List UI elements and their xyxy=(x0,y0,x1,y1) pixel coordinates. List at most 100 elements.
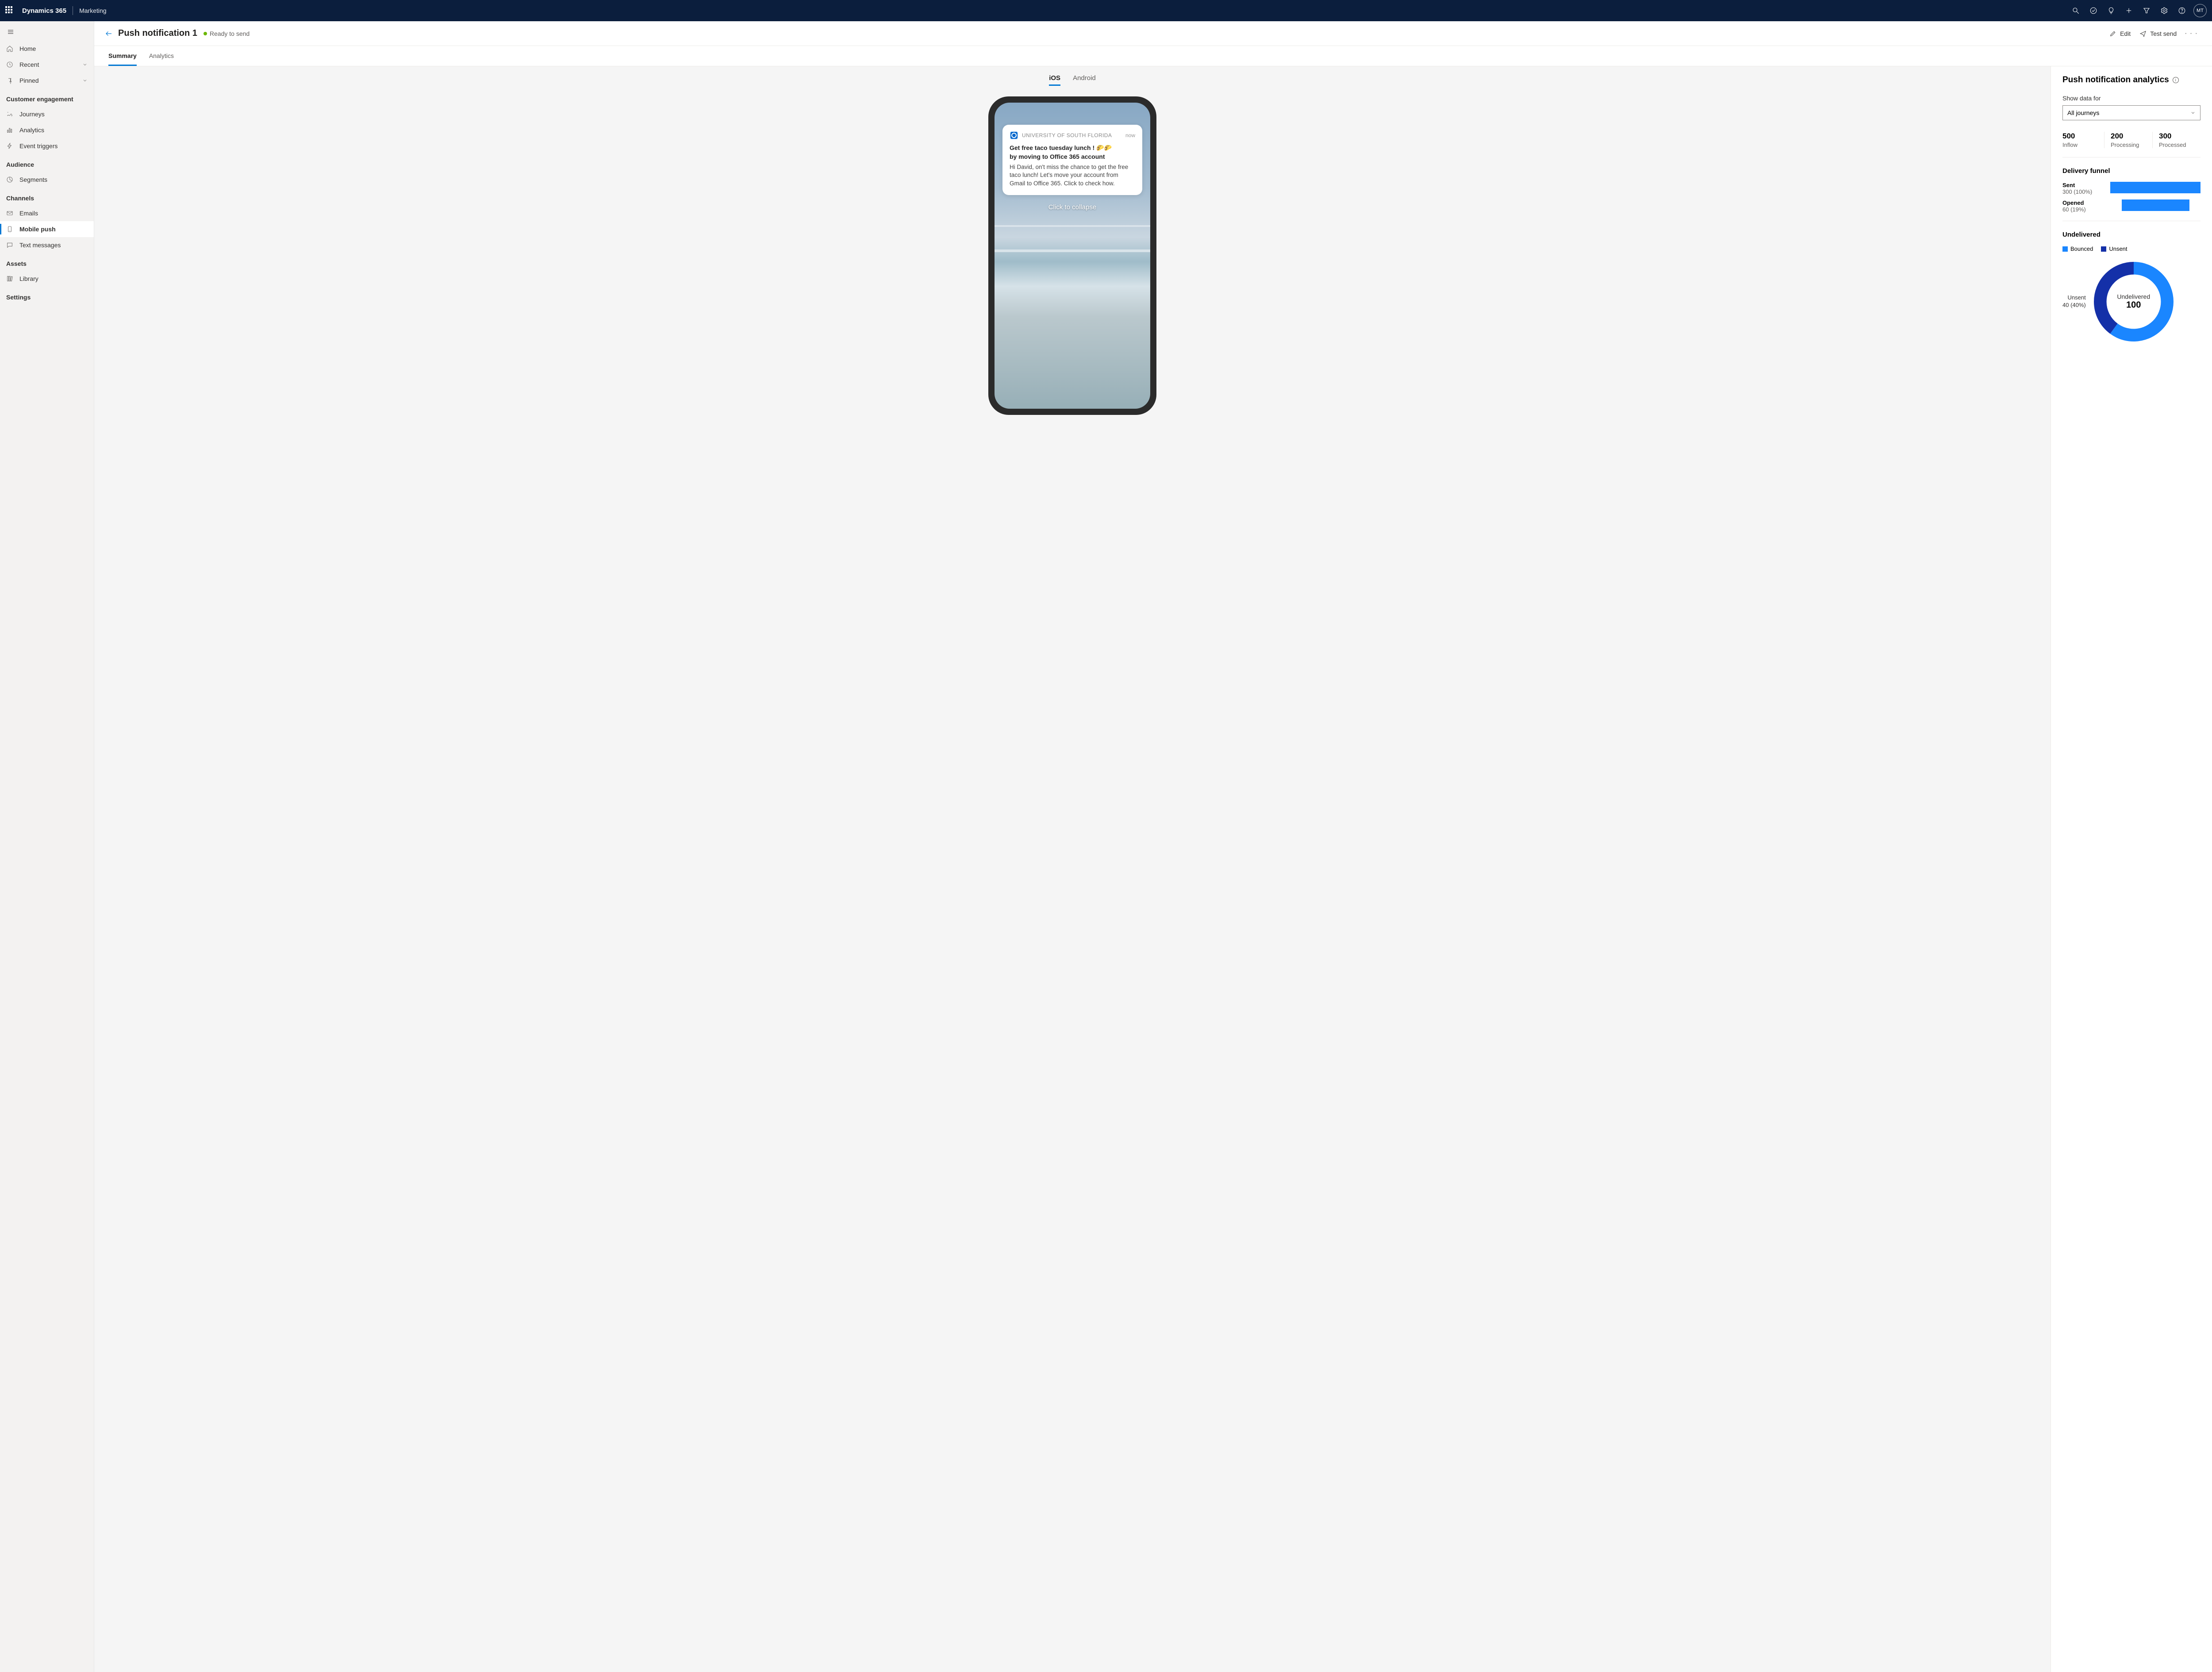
nav-section-header: Channels xyxy=(0,188,94,205)
app-launcher-icon[interactable] xyxy=(5,6,14,15)
sidebar-item-mobile-push[interactable]: Mobile push xyxy=(0,221,94,237)
donut-center-label: Undelivered xyxy=(2117,293,2150,300)
panel-title: Push notification analytics xyxy=(2062,75,2169,85)
filter-icon[interactable] xyxy=(2138,2,2155,19)
funnel-bar xyxy=(2110,182,2200,193)
stat-label: Processing xyxy=(2111,142,2149,148)
left-navigation: Home Recent Pinned Customer engagement J… xyxy=(0,21,94,1672)
legend-unsent: Unsent xyxy=(2101,245,2127,252)
nav-label: Library xyxy=(19,275,38,282)
sidebar-item-pinned[interactable]: Pinned xyxy=(0,73,94,88)
sidebar-item-recent[interactable]: Recent xyxy=(0,57,94,73)
notification-title-line1: Get free taco tuesday lunch ! 🌮🌮 xyxy=(1010,143,1135,152)
donut-center-value: 100 xyxy=(2117,300,2150,311)
stat-value: 300 xyxy=(2159,132,2197,141)
global-top-bar: Dynamics 365 Marketing MT xyxy=(0,0,2212,21)
nav-label: Mobile push xyxy=(19,226,56,233)
donut-chart-area: Unsent 40 (40%) Undelivered 100 xyxy=(2062,257,2200,346)
notification-time: now xyxy=(1125,132,1135,138)
edit-button[interactable]: Edit xyxy=(2105,26,2135,42)
funnel-title: Delivery funnel xyxy=(2062,167,2200,175)
notification-app-name: UNIVERSITY OF SOUTH FLORIDA xyxy=(1022,132,1122,138)
stat-value: 500 xyxy=(2062,132,2101,141)
chevron-down-icon xyxy=(2190,110,2196,115)
search-icon[interactable] xyxy=(2067,2,2085,19)
nav-section-header: Assets xyxy=(0,253,94,271)
notification-body: Hi David, on't miss the chance to get th… xyxy=(1010,163,1135,188)
tab-summary[interactable]: Summary xyxy=(108,46,137,66)
nav-section-header: Customer engagement xyxy=(0,88,94,106)
sidebar-item-segments[interactable]: Segments xyxy=(0,172,94,188)
legend: Bounced Unsent xyxy=(2062,245,2200,252)
notification-card[interactable]: UNIVERSITY OF SOUTH FLORIDA now Get free… xyxy=(1002,125,1142,195)
sidebar-item-home[interactable]: Home xyxy=(0,41,94,57)
sidebar-item-event-triggers[interactable]: Event triggers xyxy=(0,138,94,154)
main-content: Push notification 1 Ready to send Edit T… xyxy=(94,21,2212,1672)
add-icon[interactable] xyxy=(2120,2,2138,19)
donut-side-label-group: Unsent 40 (40%) xyxy=(2062,294,2086,309)
funnel-sub: 60 (19%) xyxy=(2062,206,2110,213)
cmd-label: Edit xyxy=(2120,30,2131,37)
stat-label: Processed xyxy=(2159,142,2197,148)
collapse-hint[interactable]: Click to collapse xyxy=(995,203,1150,211)
nav-label: Home xyxy=(19,45,36,52)
nav-section-header: Audience xyxy=(0,154,94,172)
donut-chart: Undelivered 100 xyxy=(2089,257,2178,346)
nav-label: Segments xyxy=(19,176,47,183)
legend-label: Unsent xyxy=(2109,245,2127,252)
status-text: Ready to send xyxy=(210,30,250,37)
chevron-down-icon xyxy=(82,62,88,67)
funnel-row-sent: Sent300 (100%) xyxy=(2062,182,2200,195)
notification-title-line2: by moving to Office 365 account xyxy=(1010,152,1135,161)
more-actions-icon[interactable]: · · · xyxy=(2181,30,2201,38)
analytics-side-panel: Push notification analytics i Show data … xyxy=(2051,66,2212,1672)
back-arrow-icon[interactable] xyxy=(101,26,116,41)
stat-label: Inflow xyxy=(2062,142,2101,148)
legend-label: Bounced xyxy=(2070,245,2093,252)
donut-side-label: Unsent xyxy=(2062,294,2086,302)
page-header: Push notification 1 Ready to send Edit T… xyxy=(94,21,2212,46)
device-tab-ios[interactable]: iOS xyxy=(1049,74,1060,86)
info-icon[interactable]: i xyxy=(2173,77,2179,83)
task-icon[interactable] xyxy=(2085,2,2102,19)
device-tabs: iOS Android xyxy=(1049,74,1096,86)
help-icon[interactable] xyxy=(2173,2,2191,19)
page-tabs: Summary Analytics xyxy=(94,46,2212,66)
nav-section-header: Settings xyxy=(0,287,94,304)
notification-app-icon xyxy=(1010,131,1018,140)
user-avatar[interactable]: MT xyxy=(2193,4,2207,17)
funnel-sub: 300 (100%) xyxy=(2062,188,2110,195)
funnel-label: Opened xyxy=(2062,199,2110,206)
donut-center: Undelivered 100 xyxy=(2117,293,2150,311)
gear-icon[interactable] xyxy=(2155,2,2173,19)
nav-label: Pinned xyxy=(19,77,39,84)
lightbulb-icon[interactable] xyxy=(2102,2,2120,19)
test-send-button[interactable]: Test send xyxy=(2135,26,2181,42)
stats-row: 500Inflow 200Processing 300Processed xyxy=(2062,132,2200,157)
phone-frame: UNIVERSITY OF SOUTH FLORIDA now Get free… xyxy=(988,96,1156,415)
status-indicator-icon xyxy=(204,32,207,35)
tab-analytics[interactable]: Analytics xyxy=(149,46,174,66)
sidebar-item-library[interactable]: Library xyxy=(0,271,94,287)
device-tab-android[interactable]: Android xyxy=(1073,74,1096,86)
stat-processed: 300Processed xyxy=(2152,132,2200,148)
sidebar-item-emails[interactable]: Emails xyxy=(0,205,94,221)
phone-screen: UNIVERSITY OF SOUTH FLORIDA now Get free… xyxy=(995,103,1150,409)
funnel-row-opened: Opened60 (19%) xyxy=(2062,199,2200,213)
collapse-nav-icon[interactable] xyxy=(2,23,19,41)
sidebar-item-analytics[interactable]: Analytics xyxy=(0,122,94,138)
filter-label: Show data for xyxy=(2062,95,2200,102)
legend-bounced: Bounced xyxy=(2062,245,2093,252)
funnel-label: Sent xyxy=(2062,182,2110,188)
nav-label: Analytics xyxy=(19,127,44,134)
nav-label: Recent xyxy=(19,61,39,68)
legend-swatch-icon xyxy=(2101,246,2106,252)
chevron-down-icon xyxy=(82,78,88,83)
undelivered-title: Undelivered xyxy=(2062,231,2200,238)
sidebar-item-journeys[interactable]: Journeys xyxy=(0,106,94,122)
product-area: Marketing xyxy=(79,7,106,14)
journey-filter-select[interactable]: All journeys xyxy=(2062,105,2200,120)
product-name: Dynamics 365 xyxy=(22,7,66,15)
select-value: All journeys xyxy=(2067,109,2099,116)
sidebar-item-text-messages[interactable]: Text messages xyxy=(0,237,94,253)
